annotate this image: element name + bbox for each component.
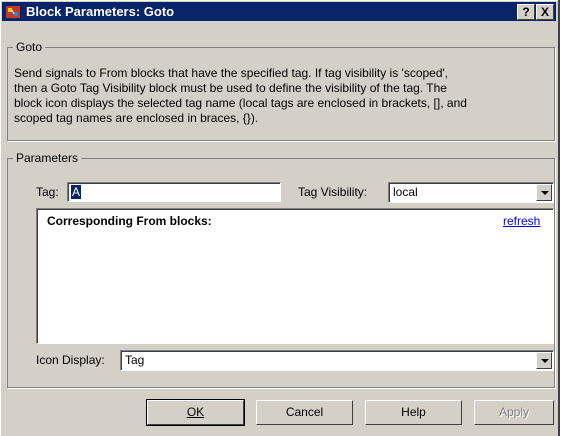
refresh-link[interactable]: refresh [503,214,540,228]
help-button-label: Help [401,405,426,419]
cancel-button[interactable]: Cancel [256,400,353,425]
tag-visibility-value: local [393,185,418,199]
help-button[interactable]: Help [365,400,462,425]
apply-button-label: Apply [498,405,530,419]
icon-display-select[interactable]: Tag [120,350,554,371]
goto-description: Send signals to From blocks that have th… [14,66,554,126]
description-line: Send signals to From blocks that have th… [14,66,449,80]
tag-input[interactable]: A [67,182,281,202]
description-line: scoped tag names are enclosed in braces,… [14,111,259,125]
from-blocks-panel: Corresponding From blocks: refresh [36,208,554,344]
description-line: block icon displays the selected tag nam… [14,96,467,110]
dialog-window: Block Parameters: Goto ? X Goto Send sig… [0,0,560,436]
icon-display-label: Icon Display: [36,353,105,367]
ok-button[interactable]: OK [146,399,245,426]
simulink-block-icon [6,6,20,18]
icon-display-value: Tag [125,353,145,367]
apply-button: Apply [474,400,554,425]
tag-input-value: A [71,185,82,199]
parameters-group-legend: Parameters [13,151,82,165]
title-bar[interactable]: Block Parameters: Goto ? X [2,2,556,21]
chevron-down-icon[interactable] [536,184,552,201]
cancel-button-label: Cancel [285,405,324,419]
tag-label: Tag: [36,185,59,199]
window-title: Block Parameters: Goto [26,4,175,19]
from-blocks-header: Corresponding From blocks: [47,214,212,228]
goto-group-legend: Goto [13,40,46,54]
tag-visibility-select[interactable]: local [388,182,554,203]
help-title-button[interactable]: ? [517,4,535,20]
ok-button-label: OK [186,405,205,419]
chevron-down-icon[interactable] [536,352,552,369]
close-button[interactable]: X [536,4,554,20]
description-line: then a Goto Tag Visibility block must be… [14,81,447,95]
tag-visibility-label: Tag Visibility: [298,185,368,199]
